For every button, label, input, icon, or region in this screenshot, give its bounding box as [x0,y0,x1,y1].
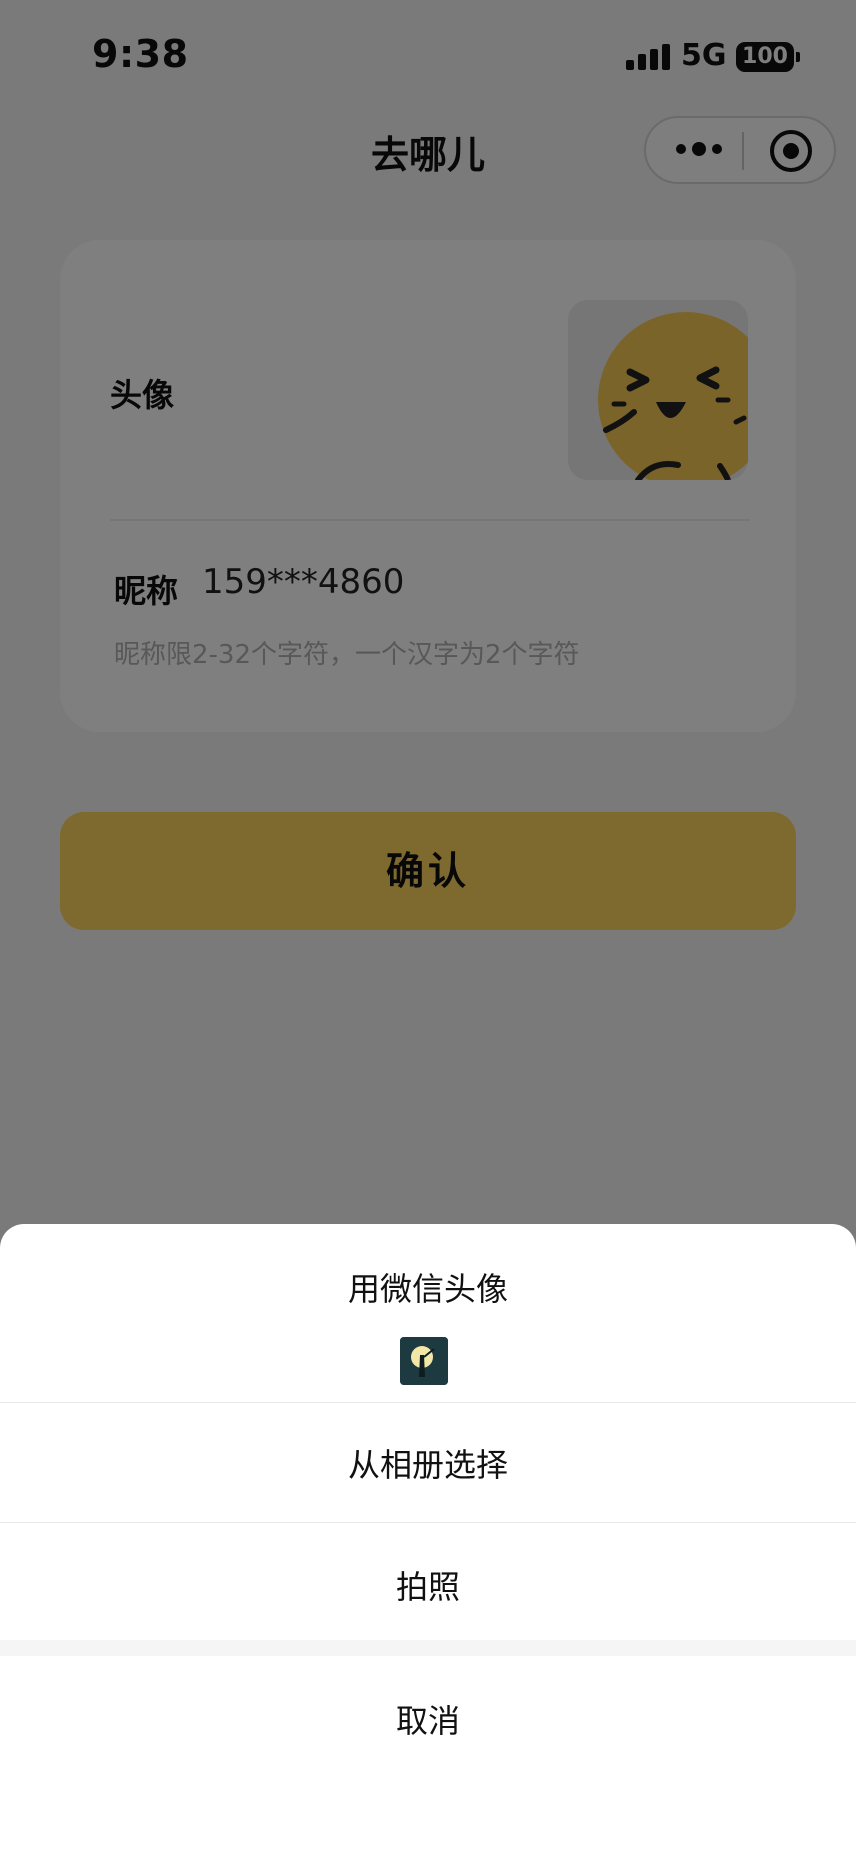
take-photo-option[interactable]: 拍照 [0,1562,856,1608]
cancel-button[interactable]: 取消 [0,1696,856,1742]
wechat-avatar-thumbnail[interactable] [400,1337,448,1385]
choose-from-album-option[interactable]: 从相册选择 [0,1440,856,1486]
sheet-divider [0,1522,856,1523]
action-sheet: 用微信头像 从相册选择 拍照 取消 [0,1224,856,1852]
use-wechat-avatar-option[interactable]: 用微信头像 [0,1264,856,1310]
sheet-gap [0,1640,856,1656]
app-screen: 9:38 5G 100 去哪儿 头像 [0,0,856,1852]
sheet-divider [0,1402,856,1403]
